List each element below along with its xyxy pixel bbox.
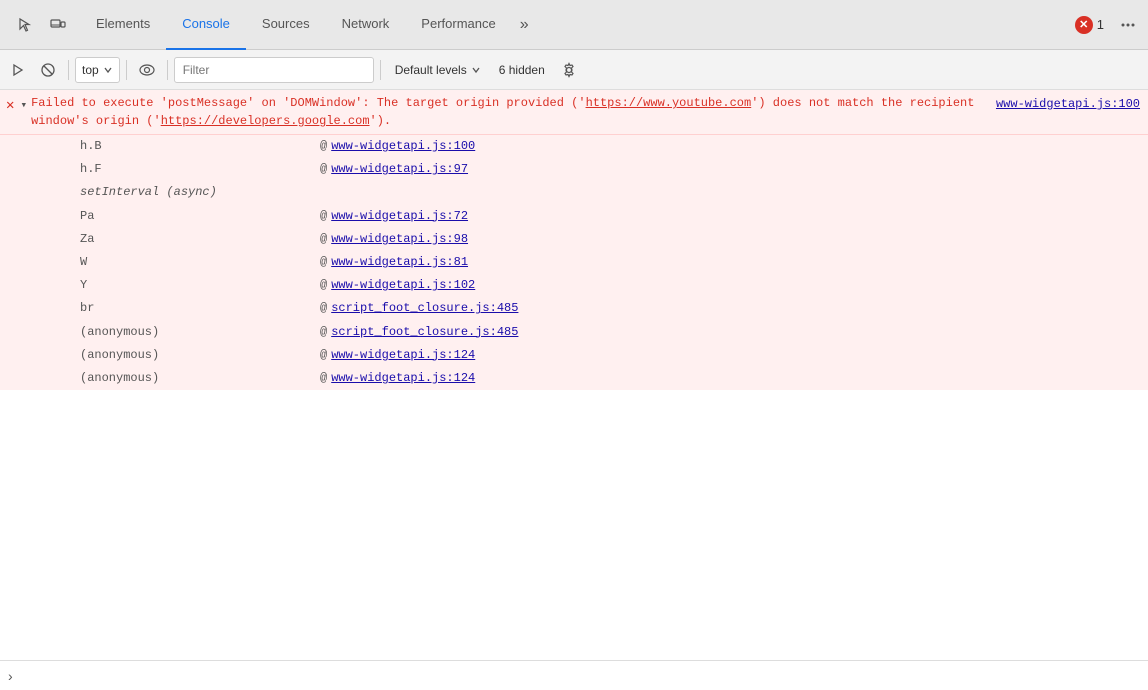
- stack-fn: br: [80, 299, 320, 318]
- table-row: Pa @ www-widgetapi.js:72: [0, 205, 1148, 228]
- stack-link[interactable]: www-widgetapi.js:124: [331, 346, 475, 365]
- stack-fn: W: [80, 253, 320, 272]
- stop-icon: [41, 63, 55, 77]
- tab-performance[interactable]: Performance: [405, 0, 511, 50]
- tab-bar: Elements Console Sources Network Perform…: [0, 0, 1148, 50]
- console-toolbar: top Default levels 6 hidden: [0, 50, 1148, 90]
- stack-link[interactable]: script_foot_closure.js:485: [331, 299, 518, 318]
- hidden-count: 6 hidden: [491, 63, 553, 77]
- stack-link[interactable]: www-widgetapi.js:81: [331, 253, 468, 272]
- table-row: (anonymous) @ www-widgetapi.js:124: [0, 367, 1148, 390]
- error-count: 1: [1097, 17, 1104, 32]
- devtools-menu-btn[interactable]: [1112, 17, 1144, 33]
- toolbar-divider-1: [68, 60, 69, 80]
- console-output: ✕ ▾ Failed to execute 'postMessage' on '…: [0, 90, 1148, 660]
- tab-network[interactable]: Network: [326, 0, 406, 50]
- console-settings-btn[interactable]: [555, 56, 583, 84]
- error-circle: ✕: [1075, 16, 1093, 34]
- cursor-icon: [18, 17, 34, 33]
- execute-btn[interactable]: [4, 56, 32, 84]
- cursor-icon-btn[interactable]: [12, 11, 40, 39]
- stack-fn: h.B: [80, 137, 320, 156]
- error-badge-area: ✕ 1: [1067, 16, 1112, 34]
- three-dot-icon: [1120, 17, 1136, 33]
- toolbar-divider-2: [126, 60, 127, 80]
- async-row: setInterval (async): [0, 181, 1148, 204]
- stack-fn: (anonymous): [80, 369, 320, 388]
- play-icon: [11, 63, 25, 77]
- stack-link[interactable]: www-widgetapi.js:124: [331, 369, 475, 388]
- tab-console[interactable]: Console: [166, 0, 246, 50]
- chevron-down-icon: [103, 65, 113, 75]
- default-levels-btn[interactable]: Default levels: [387, 57, 489, 83]
- table-row: h.F @ www-widgetapi.js:97: [0, 158, 1148, 181]
- table-row: (anonymous) @ www-widgetapi.js:124: [0, 344, 1148, 367]
- stack-link[interactable]: script_foot_closure.js:485: [331, 323, 518, 342]
- toolbar-divider-4: [380, 60, 381, 80]
- eye-icon: [139, 64, 155, 76]
- expand-arrow[interactable]: ▾: [20, 96, 31, 114]
- error-text: Failed to execute 'postMessage' on 'DOMW…: [31, 94, 996, 130]
- stack-link[interactable]: www-widgetapi.js:100: [331, 137, 475, 156]
- levels-label: Default levels: [395, 63, 467, 77]
- stack-fn: Pa: [80, 207, 320, 226]
- youtube-link[interactable]: https://www.youtube.com: [586, 96, 752, 110]
- stack-fn: h.F: [80, 160, 320, 179]
- context-select[interactable]: top: [75, 57, 120, 83]
- stop-btn[interactable]: [34, 56, 62, 84]
- error-row: ✕ ▾ Failed to execute 'postMessage' on '…: [0, 90, 1148, 135]
- table-row: W @ www-widgetapi.js:81: [0, 251, 1148, 274]
- stack-fn: (anonymous): [80, 346, 320, 365]
- more-tabs-btn[interactable]: »: [512, 0, 537, 50]
- stack-link[interactable]: www-widgetapi.js:97: [331, 160, 468, 179]
- error-icon: ✕: [0, 95, 20, 116]
- filter-input[interactable]: [174, 57, 374, 83]
- stack-fn: Y: [80, 276, 320, 295]
- tab-elements[interactable]: Elements: [80, 0, 166, 50]
- stack-link[interactable]: www-widgetapi.js:102: [331, 276, 475, 295]
- devtools-icons: [4, 11, 80, 39]
- levels-chevron-icon: [471, 65, 481, 75]
- tab-sources[interactable]: Sources: [246, 0, 326, 50]
- eye-icon-btn[interactable]: [133, 56, 161, 84]
- table-row: Za @ www-widgetapi.js:98: [0, 228, 1148, 251]
- table-row: br @ script_foot_closure.js:485: [0, 297, 1148, 320]
- stack-link[interactable]: www-widgetapi.js:98: [331, 230, 468, 249]
- gear-icon: [561, 62, 577, 78]
- context-label: top: [82, 63, 99, 77]
- device-toggle-btn[interactable]: [44, 11, 72, 39]
- prompt-icon: ›: [8, 668, 13, 684]
- stack-fn: (anonymous): [80, 323, 320, 342]
- error-badge[interactable]: ✕ 1: [1075, 16, 1104, 34]
- error-source-link[interactable]: www-widgetapi.js:100: [996, 94, 1148, 111]
- table-row: (anonymous) @ script_foot_closure.js:485: [0, 321, 1148, 344]
- console-input-bar: ›: [0, 660, 1148, 690]
- stack-link[interactable]: www-widgetapi.js:72: [331, 207, 468, 226]
- device-icon: [50, 17, 66, 33]
- toolbar-divider-3: [167, 60, 168, 80]
- google-link[interactable]: https://developers.google.com: [161, 114, 370, 128]
- stack-trace: h.B @ www-widgetapi.js:100 h.F @ www-wid…: [0, 135, 1148, 390]
- console-input[interactable]: [19, 669, 1140, 683]
- table-row: h.B @ www-widgetapi.js:100: [0, 135, 1148, 158]
- table-row: Y @ www-widgetapi.js:102: [0, 274, 1148, 297]
- stack-fn: Za: [80, 230, 320, 249]
